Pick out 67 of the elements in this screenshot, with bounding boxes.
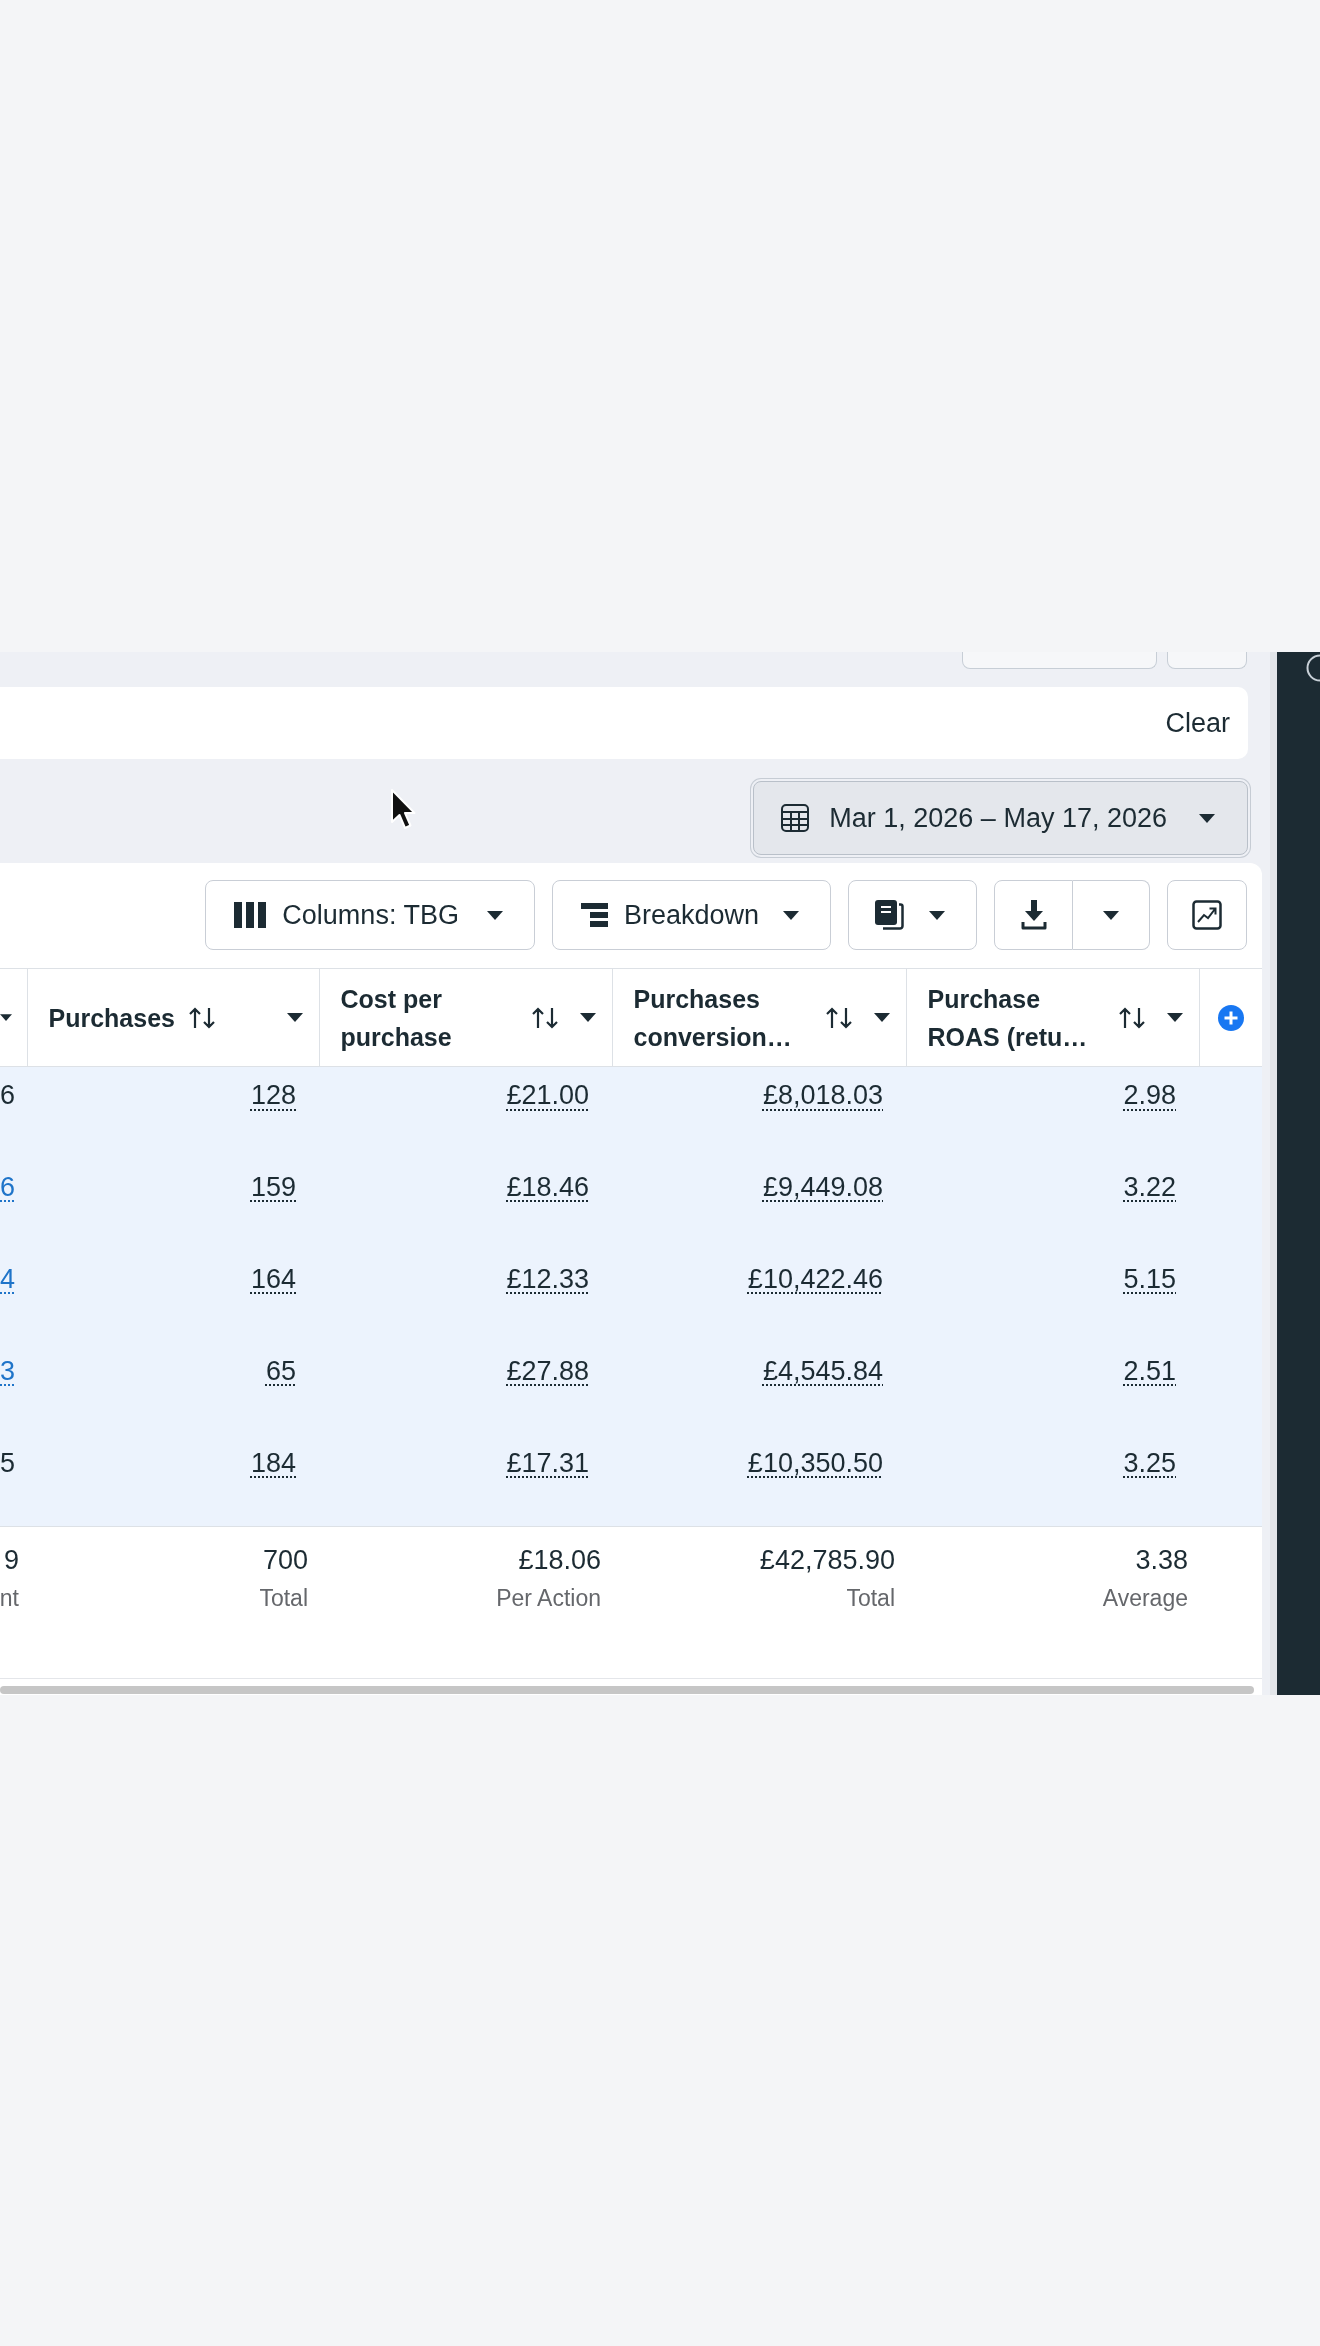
- caret-icon[interactable]: [486, 910, 503, 920]
- total-label: Total: [259, 1584, 308, 1613]
- table-cell: £12.33: [319, 1250, 612, 1343]
- link[interactable]: 4: [0, 1263, 16, 1294]
- total-label: Total: [846, 1584, 895, 1613]
- total-value: 3.38: [1135, 1544, 1188, 1577]
- stepped-bars-icon: [580, 903, 608, 927]
- table-cell: 65: [27, 1342, 319, 1435]
- table-cell: 6: [0, 1080, 16, 1110]
- caret-icon[interactable]: [1103, 910, 1119, 920]
- total-value: 700: [262, 1544, 308, 1577]
- columns-button[interactable]: Columns: TBG: [205, 880, 535, 950]
- horizontal-scrollbar[interactable]: [0, 1686, 1254, 1694]
- chart-button[interactable]: [1167, 880, 1247, 950]
- table-row[interactable]: 6 159 £18.46 £9,449.08 3.22: [0, 1158, 1262, 1251]
- table-cell: £8,018.03: [612, 1066, 906, 1159]
- table-cell: £21.00: [319, 1066, 612, 1159]
- table-cell: £18.46: [319, 1158, 612, 1251]
- download-icon: [1020, 900, 1047, 930]
- columns-icon: [234, 902, 267, 928]
- table-row[interactable]: 4 164 £12.33 £10,422.46 5.15: [0, 1250, 1262, 1343]
- caret-icon[interactable]: [783, 910, 799, 920]
- caret-icon[interactable]: [873, 1013, 890, 1022]
- caret-icon[interactable]: [1199, 813, 1215, 823]
- caret-icon[interactable]: [1166, 1013, 1183, 1022]
- document-menu-button[interactable]: [848, 880, 977, 950]
- caret-icon[interactable]: [286, 1013, 303, 1022]
- total-value: £42,785.90: [759, 1544, 895, 1577]
- table-cell: 128: [27, 1066, 319, 1159]
- clear-button[interactable]: Clear: [1165, 706, 1230, 740]
- table-row[interactable]: 5 184 £17.31 £10,350.50 3.25: [0, 1434, 1262, 1527]
- breakdown-button[interactable]: Breakdown: [551, 880, 831, 950]
- table-cell: 5: [0, 1447, 16, 1478]
- link[interactable]: 6: [0, 1171, 16, 1202]
- total-label: Average: [1102, 1584, 1188, 1613]
- table-cell: £9,449.08: [612, 1158, 906, 1251]
- document-icon: [875, 900, 904, 930]
- total-label: Per Action: [496, 1584, 601, 1613]
- table-cell: £10,350.50: [612, 1434, 906, 1527]
- calendar-icon: [781, 804, 810, 832]
- column-header[interactable]: Purchases: [48, 998, 175, 1037]
- caret-icon[interactable]: [579, 1013, 596, 1022]
- table-cell: 3.22: [906, 1158, 1199, 1251]
- caret-icon[interactable]: [0, 1014, 12, 1021]
- table-cell: 3.25: [906, 1434, 1199, 1527]
- download-button[interactable]: [994, 880, 1073, 950]
- date-range-button[interactable]: Mar 1, 2026 – May 17, 2026: [753, 781, 1248, 855]
- mouse-pointer-icon: [390, 788, 416, 832]
- table-cell: 184: [27, 1434, 319, 1527]
- total-value: 9: [3, 1544, 19, 1577]
- total-value: £18.06: [518, 1544, 601, 1577]
- line-chart-icon: [1192, 900, 1222, 930]
- add-column-icon[interactable]: [1217, 1004, 1244, 1031]
- table-row[interactable]: 3 65 £27.88 £4,545.84 2.51: [0, 1342, 1262, 1435]
- table-cell: £10,422.46: [612, 1250, 906, 1343]
- table-row[interactable]: 6 128 £21.00 £8,018.03 2.98: [0, 1066, 1262, 1159]
- table-cell: 159: [27, 1158, 319, 1251]
- caret-icon[interactable]: [929, 910, 945, 920]
- table-cell: 164: [27, 1250, 319, 1343]
- table-cell: £27.88: [319, 1342, 612, 1435]
- total-label: nt: [0, 1584, 19, 1613]
- table-cell: 5.15: [906, 1250, 1199, 1343]
- table-cell: £17.31: [319, 1434, 612, 1527]
- table-cell: 2.98: [906, 1066, 1199, 1159]
- table-cell: £4,545.84: [612, 1342, 906, 1435]
- table-cell: 2.51: [906, 1342, 1199, 1435]
- link[interactable]: 3: [0, 1355, 16, 1386]
